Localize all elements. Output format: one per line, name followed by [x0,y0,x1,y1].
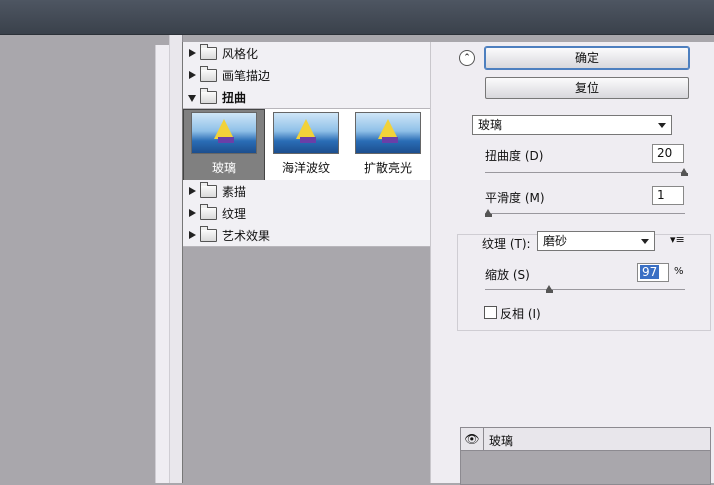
expand-arrow-icon[interactable] [188,209,196,217]
texture-menu-icon[interactable]: ▾≡ [670,233,685,246]
effect-layers-panel: 👁 玻璃 [460,427,711,485]
title-bar [0,0,714,35]
smoothness-label: 平滑度 (M) [485,191,545,205]
category-label: 画笔描边 [222,68,271,83]
texture-select-value: 磨砂 [543,234,568,248]
ok-button[interactable]: 确定 [485,47,689,69]
filter-select[interactable]: 玻璃 [472,115,672,135]
folder-icon [200,43,217,60]
category-label: 艺术效果 [222,228,271,243]
scaling-unit: % [674,266,684,277]
category-label: 风格化 [222,46,259,61]
scaling-slider-handle[interactable] [546,285,554,293]
collapse-arrow-icon[interactable] [188,93,196,102]
thumbnail-image [191,112,257,154]
thumbnail-strip: 玻璃 海洋波纹 扩散亮光 [183,109,430,182]
panel-divider[interactable] [169,35,183,483]
smoothness-slider-handle[interactable] [485,209,492,217]
eye-icon[interactable]: 👁 [461,428,484,450]
reset-button[interactable]: 复位 [485,77,689,99]
chevron-down-icon [658,123,666,128]
smoothness-input[interactable]: 1 [652,186,684,205]
category-brush-strokes[interactable]: 画笔描边 [183,64,430,87]
category-artistic[interactable]: 艺术效果 [183,224,430,247]
gallery-scrollbar[interactable] [430,42,445,483]
folder-icon [200,65,217,82]
thumbnail-glass[interactable]: 玻璃 [183,109,265,181]
distortion-slider-track[interactable] [485,172,685,173]
chevron-down-icon [641,239,649,244]
invert-label: 反相 (I) [500,307,541,321]
preview-scrollbar[interactable] [155,45,170,483]
thumbnail-image [355,112,421,154]
expand-arrow-icon[interactable] [188,71,196,79]
scaling-input-value: 97 [640,265,660,279]
folder-icon [200,203,217,220]
thumbnail-image [273,112,339,154]
category-distort[interactable]: 扭曲 [183,86,430,109]
distortion-slider-handle[interactable] [681,168,688,176]
filter-gallery: 风格化 画笔描边 扭曲 玻璃 海洋波纹 扩散亮光 素描 纹理 艺术效果 [182,42,430,483]
folder-icon [200,225,217,242]
effect-layer-row[interactable]: 👁 玻璃 [461,428,710,451]
thumbnail-label: 扩散亮光 [363,161,412,175]
folder-icon [200,181,217,198]
category-label: 纹理 [222,206,247,221]
expand-arrow-icon[interactable] [188,231,196,239]
category-sketch[interactable]: 素描 [183,180,430,203]
thumbnail-diffuse-glow[interactable]: 扩散亮光 [347,109,429,181]
expand-arrow-icon[interactable] [188,187,196,195]
distortion-label: 扭曲度 (D) [485,149,544,163]
texture-select[interactable]: 磨砂 [537,231,655,251]
category-stylize[interactable]: 风格化 [183,42,430,65]
preview-area[interactable] [0,35,180,483]
invert-checkbox[interactable] [484,306,497,319]
distortion-input[interactable]: 20 [652,144,684,163]
filter-select-value: 玻璃 [478,118,503,132]
folder-open-icon [200,87,217,104]
category-texture[interactable]: 纹理 [183,202,430,225]
thumbnail-label: 海洋波纹 [281,161,330,175]
category-label: 素描 [222,184,247,199]
smoothness-slider-track[interactable] [485,213,685,214]
collapse-panel-icon[interactable]: ⌃ [459,50,475,66]
category-label: 扭曲 [222,90,247,105]
expand-arrow-icon[interactable] [188,49,196,57]
effect-layer-label: 玻璃 [489,434,514,448]
scaling-slider-track[interactable] [485,289,685,290]
settings-panel: ⌃ 确定 复位 玻璃 扭曲度 (D) 20 平滑度 (M) 1 纹理 (T): … [445,42,714,485]
texture-label: 纹理 (T): [482,237,531,251]
thumbnail-label: 玻璃 [211,161,236,175]
scaling-input[interactable]: 97 [637,263,669,282]
thumbnail-ocean-ripple[interactable]: 海洋波纹 [265,109,347,181]
scaling-label: 缩放 (S) [485,268,530,282]
